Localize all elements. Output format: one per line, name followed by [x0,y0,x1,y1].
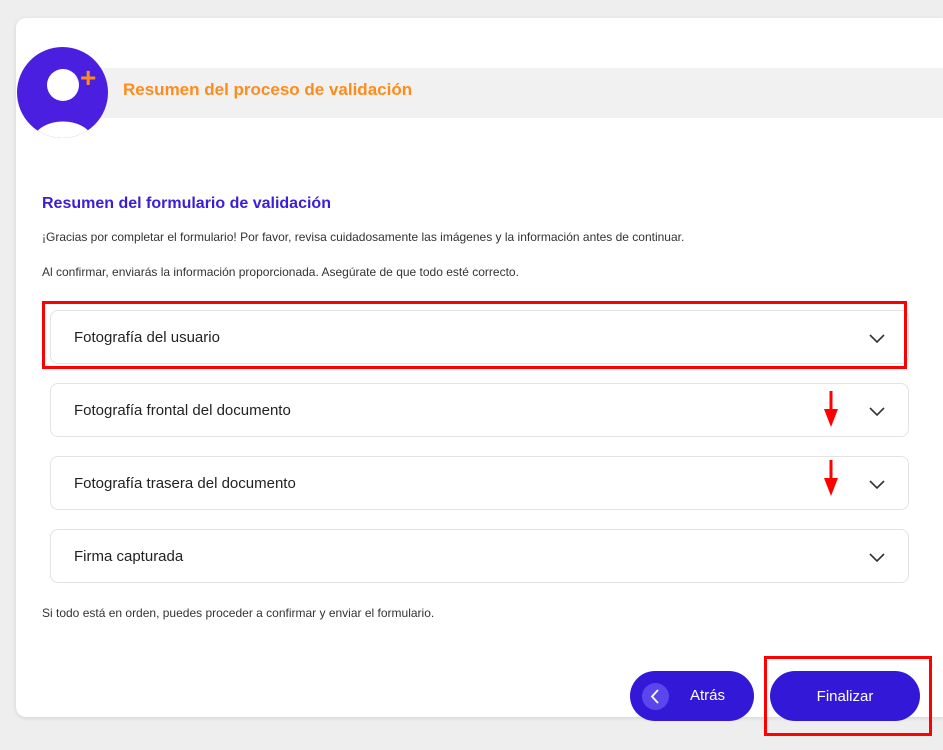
back-button-label: Atrás [690,687,726,704]
plus-icon: + [80,62,97,93]
annotation-arrow-icon [824,391,838,427]
annotation-arrow-icon [824,460,838,496]
back-button[interactable]: Atrás [630,671,754,721]
annotation-highlight-box [764,656,932,736]
accordion-item-front-document-photo[interactable]: Fotografía frontal del documento [50,383,909,437]
annotation-highlight-box [42,301,907,369]
page-title: Resumen del proceso de validación [123,80,413,99]
chevron-down-icon[interactable] [868,475,886,493]
accordion-item-captured-signature[interactable]: Firma capturada [50,529,909,583]
accordion-item-back-document-photo[interactable]: Fotografía trasera del documento [50,456,909,510]
footer-note: Si todo está en orden, puedes proceder a… [42,606,435,620]
chevron-down-icon[interactable] [868,548,886,566]
accordion-label: Fotografía frontal del documento [74,402,291,419]
intro-text: ¡Gracias por completar el formulario! Po… [42,230,685,244]
accordion-label: Fotografía trasera del documento [74,475,296,492]
chevron-down-icon[interactable] [868,402,886,420]
confirm-note: Al confirmar, enviarás la información pr… [42,265,519,279]
section-title: Resumen del formulario de validación [42,195,331,212]
accordion-label: Firma capturada [74,548,184,565]
chevron-left-icon [642,683,669,710]
